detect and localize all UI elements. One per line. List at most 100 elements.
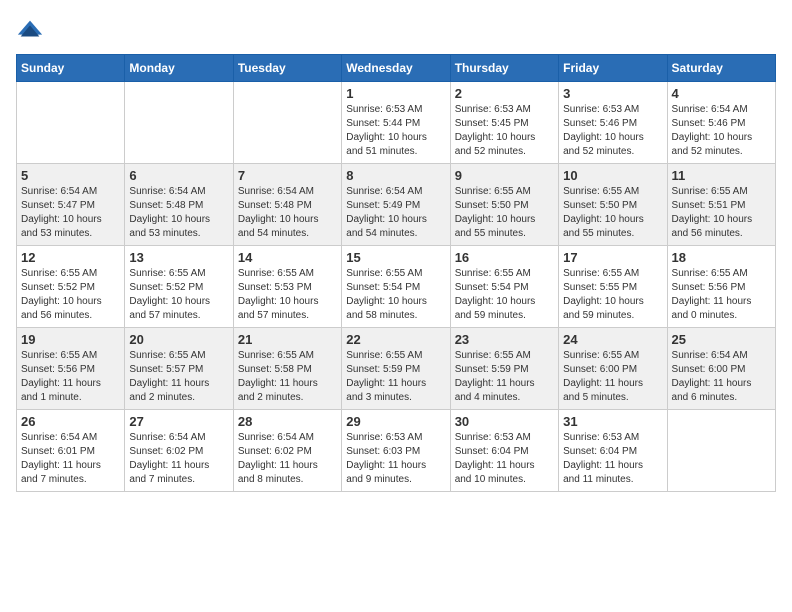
day-info: Sunrise: 6:55 AMSunset: 5:56 PMDaylight:… [21,349,120,405]
day-info: Sunrise: 6:55 AMSunset: 5:58 PMDaylight:… [238,349,337,405]
day-number: 17 [563,250,662,265]
page-header [16,16,776,44]
day-info: Sunrise: 6:54 AMSunset: 6:02 PMDaylight:… [129,431,228,487]
calendar-cell: 23 Sunrise: 6:55 AMSunset: 5:59 PMDayligh… [450,328,558,410]
weekday-header-row: SundayMondayTuesdayWednesdayThursdayFrid… [17,55,776,82]
day-number: 8 [346,168,445,183]
day-info: Sunrise: 6:53 AMSunset: 5:45 PMDaylight:… [455,103,554,159]
day-info: Sunrise: 6:54 AMSunset: 5:48 PMDaylight:… [129,185,228,241]
calendar-cell: 16 Sunrise: 6:55 AMSunset: 5:54 PMDayligh… [450,246,558,328]
calendar-cell: 30 Sunrise: 6:53 AMSunset: 6:04 PMDayligh… [450,410,558,492]
calendar-cell: 7 Sunrise: 6:54 AMSunset: 5:48 PMDaylight… [233,164,341,246]
weekday-header-tuesday: Tuesday [233,55,341,82]
day-number: 31 [563,414,662,429]
calendar-table: SundayMondayTuesdayWednesdayThursdayFrid… [16,54,776,492]
calendar-cell: 2Sunrise: 6:53 AMSunset: 5:45 PMDaylight… [450,82,558,164]
weekday-header-thursday: Thursday [450,55,558,82]
day-info: Sunrise: 6:54 AMSunset: 6:01 PMDaylight:… [21,431,120,487]
day-number: 20 [129,332,228,347]
day-info: Sunrise: 6:55 AMSunset: 5:50 PMDaylight:… [455,185,554,241]
calendar-cell: 19Sunrise: 6:55 AMSunset: 5:56 PMDayligh… [17,328,125,410]
calendar-cell [125,82,233,164]
calendar-cell [667,410,775,492]
day-info: Sunrise: 6:54 AMSunset: 6:00 PMDaylight:… [672,349,771,405]
week-row-1: 1 Sunrise: 6:53 AMSunset: 5:44 PMDaylight… [17,82,776,164]
day-info: Sunrise: 6:54 AMSunset: 5:49 PMDaylight:… [346,185,445,241]
day-info: Sunrise: 6:55 AMSunset: 5:52 PMDaylight:… [129,267,228,323]
day-number: 16 [455,250,554,265]
day-info: Sunrise: 6:54 AMSunset: 5:48 PMDaylight:… [238,185,337,241]
day-info: Sunrise: 6:55 AMSunset: 5:50 PMDaylight:… [563,185,662,241]
calendar-cell: 4Sunrise: 6:54 AMSunset: 5:46 PMDaylight… [667,82,775,164]
day-number: 6 [129,168,228,183]
day-number: 11 [672,168,771,183]
calendar-cell: 25 Sunrise: 6:54 AMSunset: 6:00 PMDayligh… [667,328,775,410]
calendar-cell: 17 Sunrise: 6:55 AMSunset: 5:55 PMDayligh… [559,246,667,328]
calendar-cell: 21 Sunrise: 6:55 AMSunset: 5:58 PMDayligh… [233,328,341,410]
day-info: Sunrise: 6:55 AMSunset: 5:59 PMDaylight:… [455,349,554,405]
day-number: 10 [563,168,662,183]
weekday-header-monday: Monday [125,55,233,82]
calendar-cell: 20 Sunrise: 6:55 AMSunset: 5:57 PMDayligh… [125,328,233,410]
day-number: 18 [672,250,771,265]
calendar-cell [233,82,341,164]
calendar-cell: 5 Sunrise: 6:54 AMSunset: 5:47 PMDaylight… [17,164,125,246]
calendar-cell: 6 Sunrise: 6:54 AMSunset: 5:48 PMDaylight… [125,164,233,246]
day-info: Sunrise: 6:53 AMSunset: 6:03 PMDaylight:… [346,431,445,487]
day-info: Sunrise: 6:55 AMSunset: 5:56 PMDaylight:… [672,267,771,323]
day-info: Sunrise: 6:54 AMSunset: 5:47 PMDaylight:… [21,185,120,241]
calendar-cell: 13 Sunrise: 6:55 AMSunset: 5:52 PMDayligh… [125,246,233,328]
day-number: 24 [563,332,662,347]
week-row-2: 5 Sunrise: 6:54 AMSunset: 5:47 PMDaylight… [17,164,776,246]
day-number: 21 [238,332,337,347]
calendar-cell: 27 Sunrise: 6:54 AMSunset: 6:02 PMDayligh… [125,410,233,492]
day-info: Sunrise: 6:55 AMSunset: 5:55 PMDaylight:… [563,267,662,323]
calendar-cell: 11Sunrise: 6:55 AMSunset: 5:51 PMDayligh… [667,164,775,246]
day-info: Sunrise: 6:53 AMSunset: 6:04 PMDaylight:… [563,431,662,487]
calendar-cell: 29 Sunrise: 6:53 AMSunset: 6:03 PMDayligh… [342,410,450,492]
calendar-cell: 18 Sunrise: 6:55 AMSunset: 5:56 PMDayligh… [667,246,775,328]
day-info: Sunrise: 6:55 AMSunset: 5:53 PMDaylight:… [238,267,337,323]
calendar-cell: 10 Sunrise: 6:55 AMSunset: 5:50 PMDayligh… [559,164,667,246]
day-info: Sunrise: 6:55 AMSunset: 5:54 PMDaylight:… [346,267,445,323]
day-number: 22 [346,332,445,347]
calendar-cell: 9 Sunrise: 6:55 AMSunset: 5:50 PMDaylight… [450,164,558,246]
day-info: Sunrise: 6:54 AMSunset: 5:46 PMDaylight:… [672,103,771,159]
day-number: 30 [455,414,554,429]
calendar-cell: 12Sunrise: 6:55 AMSunset: 5:52 PMDayligh… [17,246,125,328]
calendar-cell: 8 Sunrise: 6:54 AMSunset: 5:49 PMDaylight… [342,164,450,246]
day-number: 26 [21,414,120,429]
calendar-cell: 15 Sunrise: 6:55 AMSunset: 5:54 PMDayligh… [342,246,450,328]
calendar-cell: 31 Sunrise: 6:53 AMSunset: 6:04 PMDayligh… [559,410,667,492]
day-info: Sunrise: 6:55 AMSunset: 5:57 PMDaylight:… [129,349,228,405]
day-info: Sunrise: 6:54 AMSunset: 6:02 PMDaylight:… [238,431,337,487]
day-info: Sunrise: 6:55 AMSunset: 5:59 PMDaylight:… [346,349,445,405]
day-info: Sunrise: 6:53 AMSunset: 6:04 PMDaylight:… [455,431,554,487]
day-info: Sunrise: 6:53 AMSunset: 5:46 PMDaylight:… [563,103,662,159]
day-number: 7 [238,168,337,183]
day-number: 13 [129,250,228,265]
calendar-cell: 26 Sunrise: 6:54 AMSunset: 6:01 PMDayligh… [17,410,125,492]
logo [16,16,48,44]
weekday-header-friday: Friday [559,55,667,82]
day-info: Sunrise: 6:53 AMSunset: 5:44 PMDaylight:… [346,103,445,159]
week-row-3: 12 Sunrise: 6:55 AMSunset: 5:52 PMDayligh… [17,246,776,328]
weekday-header-wednesday: Wednesday [342,55,450,82]
week-row-4: 19Sunrise: 6:55 AMSunset: 5:56 PMDayligh… [17,328,776,410]
calendar-cell: 24Sunrise: 6:55 AMSunset: 6:00 PMDayligh… [559,328,667,410]
day-info: Sunrise: 6:55 AMSunset: 5:54 PMDaylight:… [455,267,554,323]
week-row-5: 26 Sunrise: 6:54 AMSunset: 6:01 PMDayligh… [17,410,776,492]
calendar-cell: 1 Sunrise: 6:53 AMSunset: 5:44 PMDaylight… [342,82,450,164]
day-number: 9 [455,168,554,183]
day-number: 15 [346,250,445,265]
day-number: 5 [21,168,120,183]
calendar-cell: 14Sunrise: 6:55 AMSunset: 5:53 PMDayligh… [233,246,341,328]
day-number: 12 [21,250,120,265]
calendar-cell [17,82,125,164]
weekday-header-saturday: Saturday [667,55,775,82]
day-number: 25 [672,332,771,347]
day-number: 27 [129,414,228,429]
day-number: 1 [346,86,445,101]
day-number: 29 [346,414,445,429]
day-number: 23 [455,332,554,347]
